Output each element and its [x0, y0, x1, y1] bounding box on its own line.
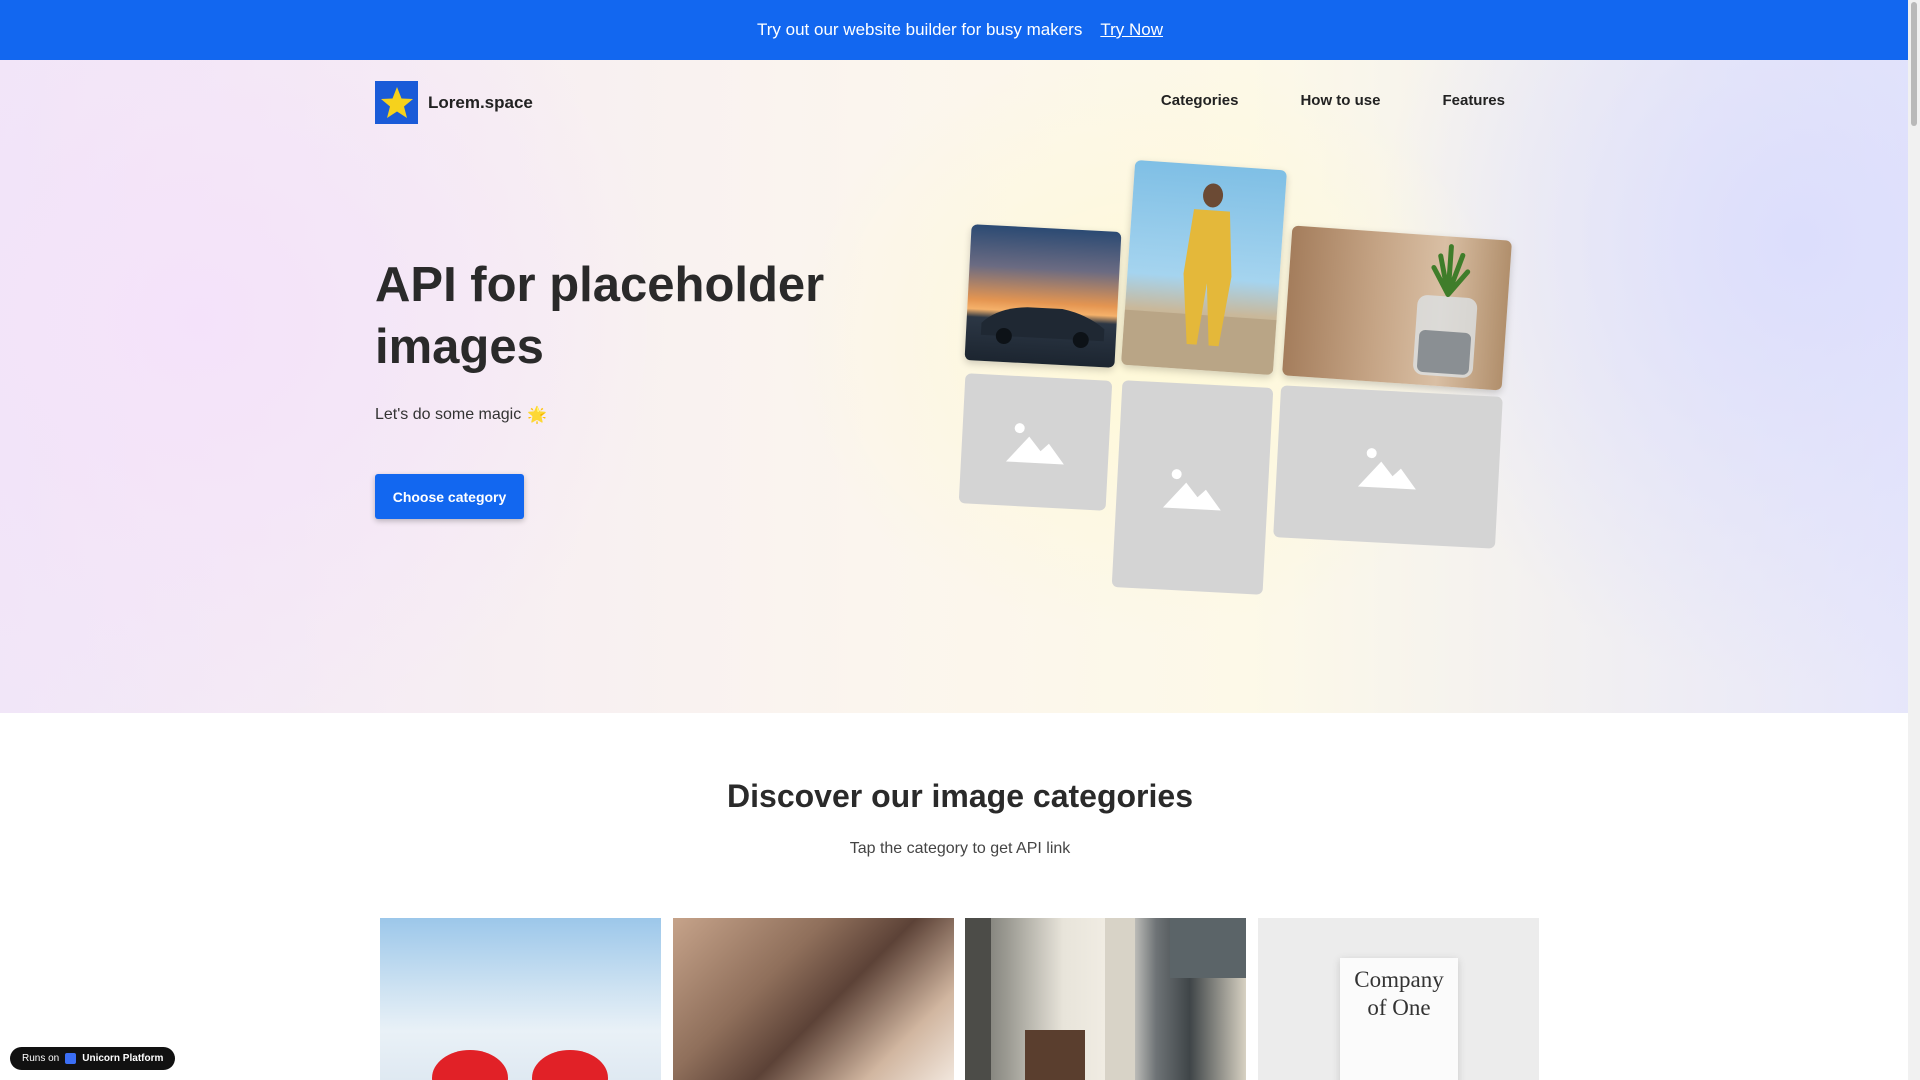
- placeholder-image-3: [1273, 385, 1503, 549]
- choose-category-button[interactable]: Choose category: [375, 474, 524, 519]
- promo-banner: Try out our website builder for busy mak…: [0, 0, 1920, 60]
- book-cover-title: Company of One: [1354, 967, 1444, 1020]
- placeholder-image-1: [958, 373, 1113, 511]
- category-card-toys[interactable]: [380, 918, 661, 1080]
- image-placeholder-icon: [1005, 423, 1064, 465]
- star-logo-icon: [375, 81, 418, 124]
- try-now-link[interactable]: Try Now: [1100, 20, 1163, 40]
- nav-features[interactable]: Features: [1442, 92, 1505, 109]
- nav-how-to-use[interactable]: How to use: [1300, 92, 1380, 109]
- runs-on-name: Unicorn Platform: [82, 1053, 164, 1064]
- runs-on-badge[interactable]: Runs on Unicorn Platform: [10, 1047, 176, 1070]
- car-sunset-photo: [964, 224, 1122, 368]
- main-nav: Categories How to use Features: [1161, 92, 1505, 109]
- runs-on-prefix: Runs on: [22, 1053, 60, 1064]
- brand-logo[interactable]: Lorem.space: [375, 81, 533, 124]
- fashion-model-photo: [1121, 159, 1287, 376]
- scrollbar-thumb[interactable]: [1911, 2, 1917, 126]
- brand-name: Lorem.space: [428, 92, 533, 112]
- coin-jar-plant-photo: [1282, 225, 1512, 391]
- hero-subtitle-text: Let's do some magic: [375, 406, 522, 423]
- page-scrollbar[interactable]: [1908, 0, 1920, 1080]
- unicorn-platform-icon: [65, 1053, 77, 1064]
- sparkle-star-icon: 🌟: [527, 407, 548, 424]
- image-placeholder-icon: [1162, 468, 1221, 510]
- hero-title: API for placeholder images: [375, 258, 825, 374]
- category-card-interior[interactable]: [965, 918, 1246, 1080]
- placeholder-image-2: [1111, 380, 1274, 595]
- categories-heading: Discover our image categories: [727, 778, 1193, 814]
- categories-subtitle: Tap the category to get API link: [849, 840, 1071, 857]
- hero-section: [0, 60, 1920, 713]
- nav-categories[interactable]: Categories: [1161, 92, 1239, 109]
- hero-subtitle: Let's do some magic 🌟: [375, 405, 547, 425]
- book-cover: Company of One: [1340, 958, 1458, 1080]
- image-placeholder-icon: [1357, 448, 1416, 490]
- promo-text: Try out our website builder for busy mak…: [757, 20, 1083, 39]
- category-card-movie[interactable]: [673, 918, 954, 1080]
- category-card-books[interactable]: Company of One: [1258, 918, 1539, 1080]
